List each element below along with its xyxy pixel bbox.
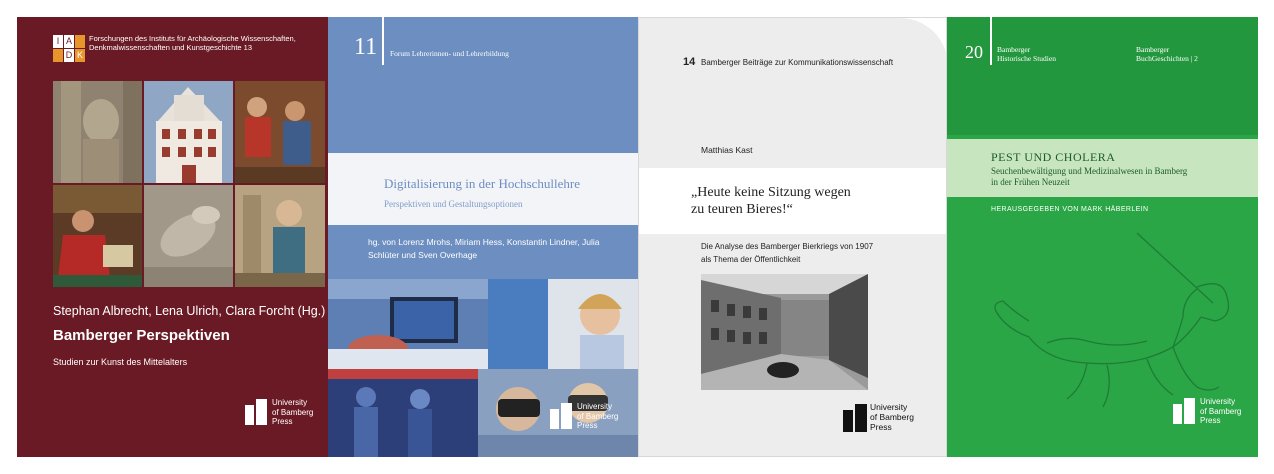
university-press-logo-icon: [550, 403, 572, 430]
students-photo: [328, 369, 478, 457]
university-press-logo-icon: [1173, 398, 1195, 425]
series-title: Forum Lehrerinnen- und Lehrerbildung: [390, 49, 509, 58]
university-press-logo-icon: [245, 399, 267, 426]
series-number: 11: [354, 34, 378, 60]
book-title: Bamberger Perspektiven: [53, 327, 230, 344]
artwork-painting-image: [235, 81, 325, 183]
laptop-photo: [328, 279, 488, 369]
divider: [382, 17, 384, 65]
publisher-mark: University of Bamberg Press: [245, 398, 313, 427]
book-subtitle: Seuchenbewältigung und Medizinalwesen in…: [991, 166, 1188, 187]
header-panel: [947, 17, 1258, 135]
authors: Stephan Albrecht, Lena Ulrich, Clara For…: [53, 304, 326, 318]
artwork-grid: [53, 81, 327, 287]
book-cover-bamberger-perspektiven[interactable]: I A D K Forschungen des Instituts für Ar…: [17, 17, 328, 457]
divider: [990, 17, 992, 65]
book-subtitle: Die Analyse des Bamberger Bierkriegs von…: [701, 242, 874, 264]
artwork-relief-image: [144, 185, 233, 287]
university-press-logo-icon: [843, 404, 867, 432]
iadk-logo: I A D K: [53, 35, 85, 62]
author: Matthias Kast: [701, 145, 753, 155]
series-title: Bamberger Historische Studien: [997, 45, 1056, 63]
book-title: PEST UND CHOLERA: [991, 150, 1116, 164]
book-subtitle: Perspektiven und Gestaltungsoptionen: [384, 199, 523, 209]
series-number: 14: [683, 56, 696, 68]
artwork-figure-image: [235, 185, 325, 287]
artwork-scholar-image: [53, 185, 142, 287]
editors: hg. von Lorenz Mrohs, Miriam Hess, Konst…: [368, 237, 600, 260]
book-cover-digitalisierung[interactable]: 11 Forum Lehrerinnen- und Lehrerbildung …: [328, 17, 638, 457]
subseries-title: Bamberger BuchGeschichten | 2: [1136, 45, 1198, 63]
unicorn-illustration: [994, 232, 1230, 408]
book-title: „Heute keine Sitzung wegen zu teuren Bie…: [691, 185, 851, 217]
artwork-townhall-image: [144, 81, 233, 183]
publisher-mark: University of Bamberg Press: [1173, 397, 1241, 426]
series-title: Forschungen des Instituts für Archäologi…: [89, 34, 296, 52]
street-photo: [701, 274, 868, 390]
publisher-mark: University of Bamberg Press: [550, 402, 618, 431]
editor: HERAUSGEGEBEN VON MARK HÄBERLEIN: [991, 206, 1149, 213]
child-photo: [488, 279, 638, 369]
series-title: Bamberger Beiträge zur Kommunikationswis…: [701, 58, 894, 67]
artwork-sculpture-image: [53, 81, 142, 183]
header-panel: [639, 18, 946, 168]
book-subtitle: Studien zur Kunst des Mittelalters: [53, 357, 188, 367]
book-cover-pest-und-cholera[interactable]: 20 Bamberger Historische Studien Bamberg…: [947, 17, 1258, 457]
series-number: 20: [965, 42, 983, 62]
publisher-mark: University of Bamberg Press: [843, 402, 914, 432]
book-cover-bierkrieg[interactable]: 14 Bamberger Beiträge zur Kommunikations…: [638, 17, 947, 457]
book-title: Digitalisierung in der Hochschullehre: [384, 176, 581, 191]
